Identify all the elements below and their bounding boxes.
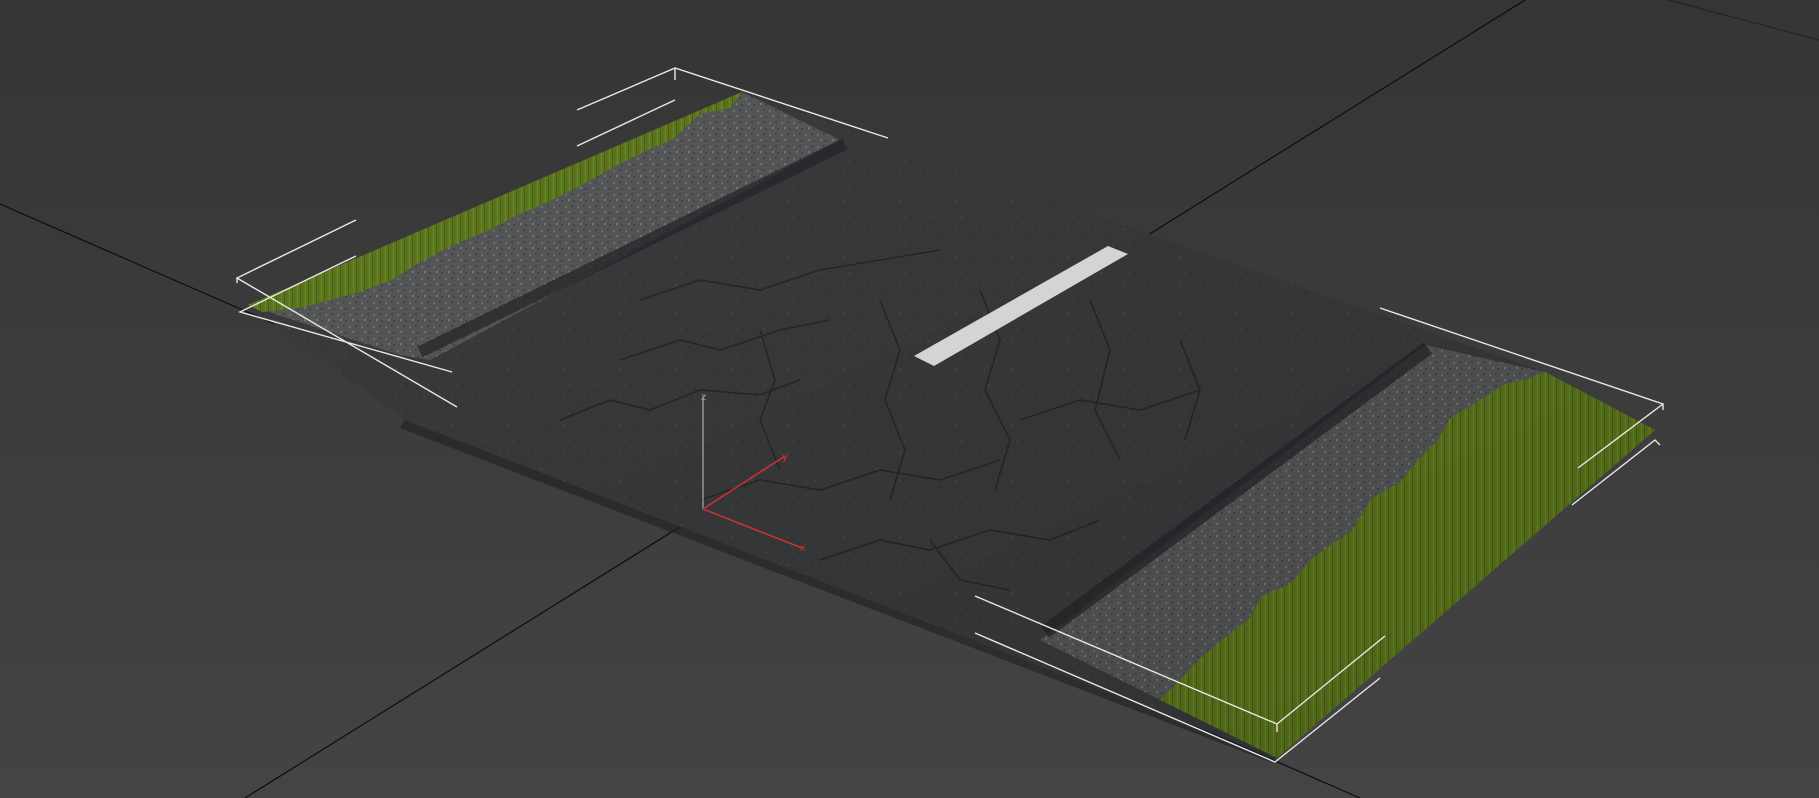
viewport-scene[interactable]: z y x bbox=[0, 0, 1819, 798]
gizmo-y-label: y bbox=[782, 452, 788, 463]
plane-shade bbox=[248, 92, 1655, 758]
gizmo-x-label: x bbox=[800, 543, 806, 554]
gizmo-z-label: z bbox=[701, 392, 706, 403]
perspective-viewport[interactable]: z y x bbox=[0, 0, 1819, 798]
road-plane[interactable] bbox=[248, 92, 1655, 762]
grid-line bbox=[1667, 0, 1819, 41]
